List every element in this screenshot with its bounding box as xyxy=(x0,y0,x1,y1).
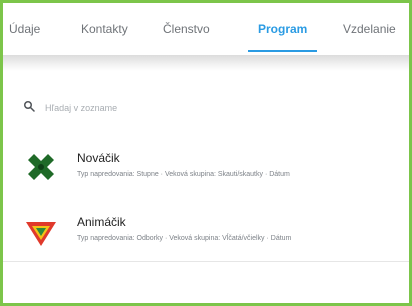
app-frame: Údaje Kontakty Členstvo Program Vzdelani… xyxy=(0,0,412,306)
list-divider xyxy=(3,261,409,262)
list-item-title: Nováčik xyxy=(77,151,120,165)
tab-clenstvo[interactable]: Členstvo xyxy=(163,3,210,55)
list-item-title: Animáčik xyxy=(77,215,126,229)
toolbar-shadow xyxy=(3,55,409,71)
search-bar[interactable] xyxy=(23,97,393,119)
green-cross-badge-icon xyxy=(23,149,59,185)
tab-program[interactable]: Program xyxy=(247,3,318,55)
tab-kontakty[interactable]: Kontakty xyxy=(81,3,128,55)
triangle-shield-badge-icon xyxy=(23,213,59,249)
search-input[interactable] xyxy=(45,103,345,113)
list-item-animacik[interactable]: Animáčik Typ napredovania: Odborky · Vek… xyxy=(23,207,403,257)
tab-vzdelanie[interactable]: Vzdelanie xyxy=(343,3,396,55)
list-item-novacik[interactable]: Nováčik Typ napredovania: Stupne · Vekov… xyxy=(23,143,403,193)
list-item-details: Typ napredovania: Stupne · Veková skupin… xyxy=(77,171,290,178)
tab-bar: Údaje Kontakty Členstvo Program Vzdelani… xyxy=(3,3,409,55)
list-item-details: Typ napredovania: Odborky · Veková skupi… xyxy=(77,235,292,242)
search-icon xyxy=(23,99,35,117)
tab-udaje[interactable]: Údaje xyxy=(9,3,40,55)
